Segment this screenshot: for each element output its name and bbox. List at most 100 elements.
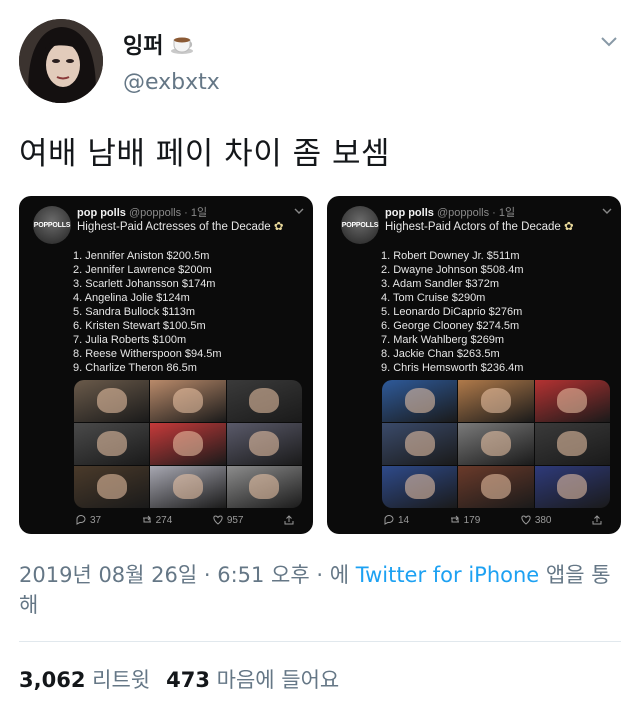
photo-tile[interactable] bbox=[226, 423, 302, 465]
embedded-name: pop polls bbox=[77, 207, 126, 219]
photo-tile[interactable] bbox=[382, 380, 458, 422]
embedded-title-text: Highest-Paid Actors of the Decade bbox=[385, 221, 561, 233]
share-action bbox=[283, 514, 295, 526]
photo-tile[interactable] bbox=[150, 466, 226, 508]
photo-tile[interactable] bbox=[74, 423, 150, 465]
list-item: 8. Reese Witherspoon $94.5m bbox=[73, 348, 222, 360]
list-item: 9. Charlize Theron 86.5m bbox=[73, 362, 197, 374]
list-item: 5. Sandra Bullock $113m bbox=[73, 306, 196, 318]
list-item: 4. Tom Cruise $290m bbox=[381, 292, 486, 304]
avatar[interactable] bbox=[19, 19, 103, 103]
list-item: 2. Jennifer Lawrence $200m bbox=[73, 264, 212, 276]
embedded-header: pop polls @poppolls · 1일 bbox=[385, 204, 515, 220]
list-item: 9. Chris Hemsworth $236.4m bbox=[381, 362, 524, 374]
photo-tile[interactable] bbox=[74, 380, 150, 422]
reply-count: 37 bbox=[90, 514, 102, 526]
list-item: 7. Mark Wahlberg $269m bbox=[381, 334, 505, 346]
embedded-meta: @poppolls · 1일 bbox=[128, 207, 208, 219]
coffee-cup-icon bbox=[171, 37, 194, 54]
flower-icon: ✿ bbox=[564, 221, 574, 233]
embedded-title-text: Highest-Paid Actresses of the Decade bbox=[77, 221, 271, 233]
photo-tile[interactable] bbox=[74, 466, 150, 508]
list-item: 6. George Clooney $274.5m bbox=[381, 320, 520, 332]
list-item: 3. Scarlett Johansson $174m bbox=[73, 278, 216, 290]
photo-tile[interactable] bbox=[534, 466, 610, 508]
embedded-post-actors[interactable]: POPPOLLS pop polls @poppolls · 1일 Highes… bbox=[327, 196, 621, 534]
photo-tile[interactable] bbox=[458, 380, 534, 422]
embedded-actions: 14 179 380 bbox=[383, 514, 603, 526]
retweet-count: 179 bbox=[463, 514, 481, 526]
like-action: 957 bbox=[212, 514, 244, 526]
like-count: 957 bbox=[226, 514, 244, 526]
handle[interactable]: @exbxtx bbox=[123, 70, 220, 95]
photo-tile[interactable] bbox=[458, 466, 534, 508]
share-icon bbox=[592, 515, 602, 525]
photo-tile[interactable] bbox=[226, 380, 302, 422]
retweet-icon bbox=[450, 515, 459, 523]
photo-grid[interactable] bbox=[382, 380, 610, 508]
reply-icon bbox=[384, 515, 394, 525]
photo-tile[interactable] bbox=[226, 466, 302, 508]
embedded-avatar: POPPOLLS bbox=[33, 206, 71, 244]
like-action: 380 bbox=[520, 514, 552, 526]
photo-tile[interactable] bbox=[382, 423, 458, 465]
photo-tile[interactable] bbox=[150, 380, 226, 422]
photo-tile[interactable] bbox=[382, 466, 458, 508]
chevron-down-icon bbox=[602, 208, 612, 214]
embedded-name: pop polls bbox=[385, 207, 434, 219]
photo-tile[interactable] bbox=[534, 380, 610, 422]
tweet-text: 여배 남배 페이 차이 좀 보셈 bbox=[19, 136, 390, 172]
reply-icon bbox=[76, 515, 86, 525]
retweet-action: 274 bbox=[141, 514, 173, 526]
retweets-stat[interactable]: 3,062 리트윗 bbox=[19, 664, 150, 694]
like-count: 380 bbox=[534, 514, 552, 526]
timestamp-text: 2019년 08월 26일 · 6:51 오후 · 에 bbox=[19, 563, 356, 587]
share-action bbox=[591, 514, 603, 526]
embedded-post-actresses[interactable]: POPPOLLS pop polls @poppolls · 1일 Highes… bbox=[19, 196, 313, 534]
list-item: 3. Adam Sandler $372m bbox=[381, 278, 500, 290]
embedded-title: Highest-Paid Actors of the Decade ✿ bbox=[385, 219, 574, 233]
retweet-count: 274 bbox=[155, 514, 173, 526]
embedded-avatar-text: POPPOLLS bbox=[33, 221, 71, 229]
tweet-timestamp: 2019년 08월 26일 · 6:51 오후 · 에 Twitter for … bbox=[19, 560, 619, 620]
photo-grid[interactable] bbox=[74, 380, 302, 508]
reply-action: 37 bbox=[75, 514, 101, 526]
heart-icon bbox=[521, 515, 531, 525]
tweet-media[interactable]: POPPOLLS pop polls @poppolls · 1일 Highes… bbox=[19, 196, 621, 534]
display-name[interactable]: 잉퍼 bbox=[123, 28, 195, 60]
retweet-action: 179 bbox=[449, 514, 481, 526]
list-item: 1. Robert Downey Jr. $511m bbox=[381, 250, 520, 262]
reply-count: 14 bbox=[398, 514, 410, 526]
display-name-text: 잉퍼 bbox=[123, 34, 164, 59]
reply-action: 14 bbox=[383, 514, 409, 526]
likes-count: 473 bbox=[166, 668, 210, 692]
embedded-avatar-text: POPPOLLS bbox=[341, 221, 379, 229]
chevron-down-icon[interactable] bbox=[598, 30, 620, 52]
list-item: 2. Dwayne Johnson $508.4m bbox=[381, 264, 524, 276]
chevron-down-icon bbox=[294, 208, 304, 214]
embedded-actions: 37 274 957 bbox=[75, 514, 295, 526]
list-item: 8. Jackie Chan $263.5m bbox=[381, 348, 500, 360]
list-item: 4. Angelina Jolie $124m bbox=[73, 292, 190, 304]
list-item: 6. Kristen Stewart $100.5m bbox=[73, 320, 206, 332]
likes-stat[interactable]: 473 마음에 들어요 bbox=[166, 664, 339, 694]
heart-icon bbox=[213, 515, 223, 525]
photo-tile[interactable] bbox=[458, 423, 534, 465]
retweets-label: 리트윗 bbox=[92, 668, 151, 692]
photo-tile[interactable] bbox=[534, 423, 610, 465]
ranking-list: 1. Jennifer Aniston $200.5m 2. Jennifer … bbox=[73, 249, 222, 375]
flower-icon: ✿ bbox=[273, 221, 284, 233]
embedded-header: pop polls @poppolls · 1일 bbox=[77, 204, 207, 220]
embedded-meta: @poppolls · 1일 bbox=[436, 207, 516, 219]
retweets-count: 3,062 bbox=[19, 668, 86, 692]
likes-label: 마음에 들어요 bbox=[216, 668, 340, 692]
share-icon bbox=[284, 515, 294, 525]
photo-tile[interactable] bbox=[150, 423, 226, 465]
source-link[interactable]: Twitter for iPhone bbox=[356, 563, 540, 587]
tweet-stats: 3,062 리트윗 473 마음에 들어요 bbox=[19, 664, 339, 694]
retweet-icon bbox=[142, 515, 151, 523]
list-item: 1. Jennifer Aniston $200.5m bbox=[73, 250, 210, 262]
embedded-title: Highest-Paid Actresses of the Decade ✿ bbox=[77, 219, 284, 233]
list-item: 7. Julia Roberts $100m bbox=[73, 334, 187, 346]
embedded-avatar: POPPOLLS bbox=[341, 206, 379, 244]
